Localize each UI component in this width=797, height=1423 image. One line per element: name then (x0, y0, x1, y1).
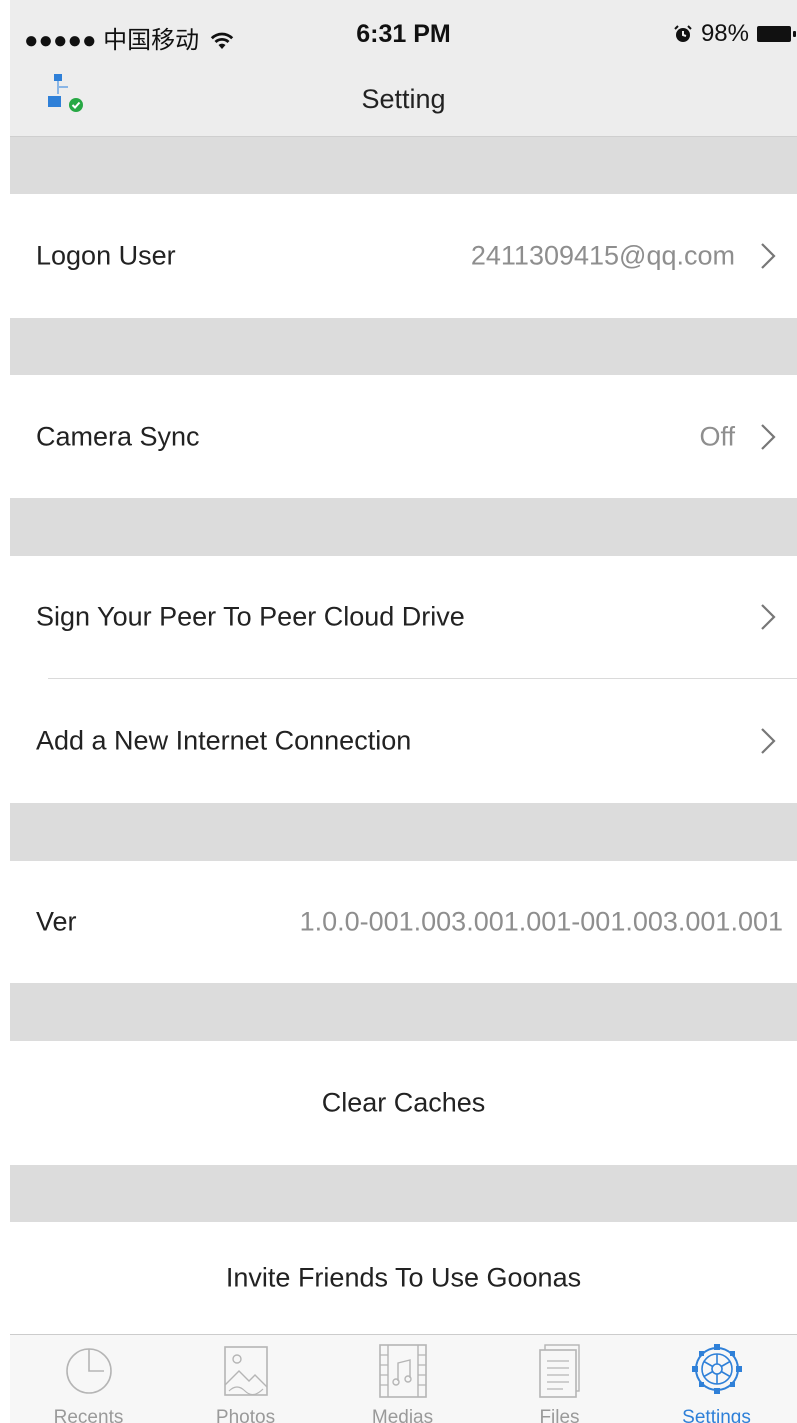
battery-percent: 98% (700, 20, 749, 47)
clear-caches-label: Clear Caches (321, 1087, 486, 1118)
battery-icon (757, 26, 796, 42)
section-separator (10, 983, 797, 1041)
chevron-right-icon (761, 728, 776, 754)
tab-files-label: Files (539, 1407, 580, 1423)
add-connection-row[interactable]: Add a New Internet Connection (10, 679, 797, 803)
version-row: Ver 1.0.0-001.003.001.001-001.003.001.00… (10, 861, 797, 983)
version-label: Ver (36, 906, 77, 937)
section-separator (10, 137, 797, 194)
invite-friends-button[interactable]: Invite Friends To Use Goonas (10, 1222, 797, 1334)
settings-gear-icon (691, 1344, 742, 1394)
clear-caches-button[interactable]: Clear Caches (10, 1041, 797, 1165)
sign-drive-row[interactable]: Sign Your Peer To Peer Cloud Drive (10, 556, 797, 678)
medias-film-music-icon (378, 1344, 427, 1398)
section-separator (10, 1165, 797, 1222)
navigation-bar: Setting (10, 62, 797, 137)
logon-user-label: Logon User (36, 240, 176, 271)
sign-drive-label: Sign Your Peer To Peer Cloud Drive (36, 601, 465, 632)
logon-user-row[interactable]: Logon User 2411309415@qq.com (10, 194, 797, 318)
section-separator (10, 498, 797, 556)
chevron-right-icon (761, 604, 776, 630)
tab-files[interactable]: Files (481, 1335, 638, 1423)
tab-settings-label: Settings (682, 1407, 751, 1423)
camera-sync-value: Off (699, 421, 735, 451)
camera-sync-row[interactable]: Camera Sync Off (10, 375, 797, 498)
camera-sync-label: Camera Sync (36, 421, 200, 451)
add-connection-label: Add a New Internet Connection (36, 725, 412, 756)
recents-clock-icon (65, 1348, 112, 1394)
app-screen: ●●●●● 中国移动 6:31 PM 98% Setting Logon Use… (10, 0, 797, 1423)
version-value: 1.0.0-001.003.001.001-001.003.001.001 (299, 906, 783, 937)
tab-photos[interactable]: Photos (167, 1335, 324, 1423)
tab-bar: Recents Photos Medias Files Settings (10, 1334, 797, 1423)
files-document-icon (538, 1344, 580, 1398)
tab-settings[interactable]: Settings (638, 1335, 795, 1423)
chevron-right-icon (761, 243, 776, 269)
tab-recents-label: Recents (53, 1407, 124, 1423)
photos-image-icon (223, 1346, 268, 1396)
tab-medias-label: Medias (371, 1407, 434, 1423)
tab-recents[interactable]: Recents (10, 1335, 167, 1423)
invite-friends-label: Invite Friends To Use Goonas (225, 1262, 582, 1293)
alarm-icon (674, 25, 692, 42)
section-separator (10, 318, 797, 375)
status-right-group: 98% (673, 20, 796, 48)
chevron-right-icon (761, 423, 776, 450)
page-title: Setting (361, 84, 446, 114)
tab-photos-label: Photos (215, 1407, 276, 1423)
status-bar: ●●●●● 中国移动 6:31 PM 98% (10, 0, 797, 62)
logon-user-value: 2411309415@qq.com (470, 240, 735, 271)
section-separator (10, 803, 797, 861)
tab-medias[interactable]: Medias (324, 1335, 481, 1423)
